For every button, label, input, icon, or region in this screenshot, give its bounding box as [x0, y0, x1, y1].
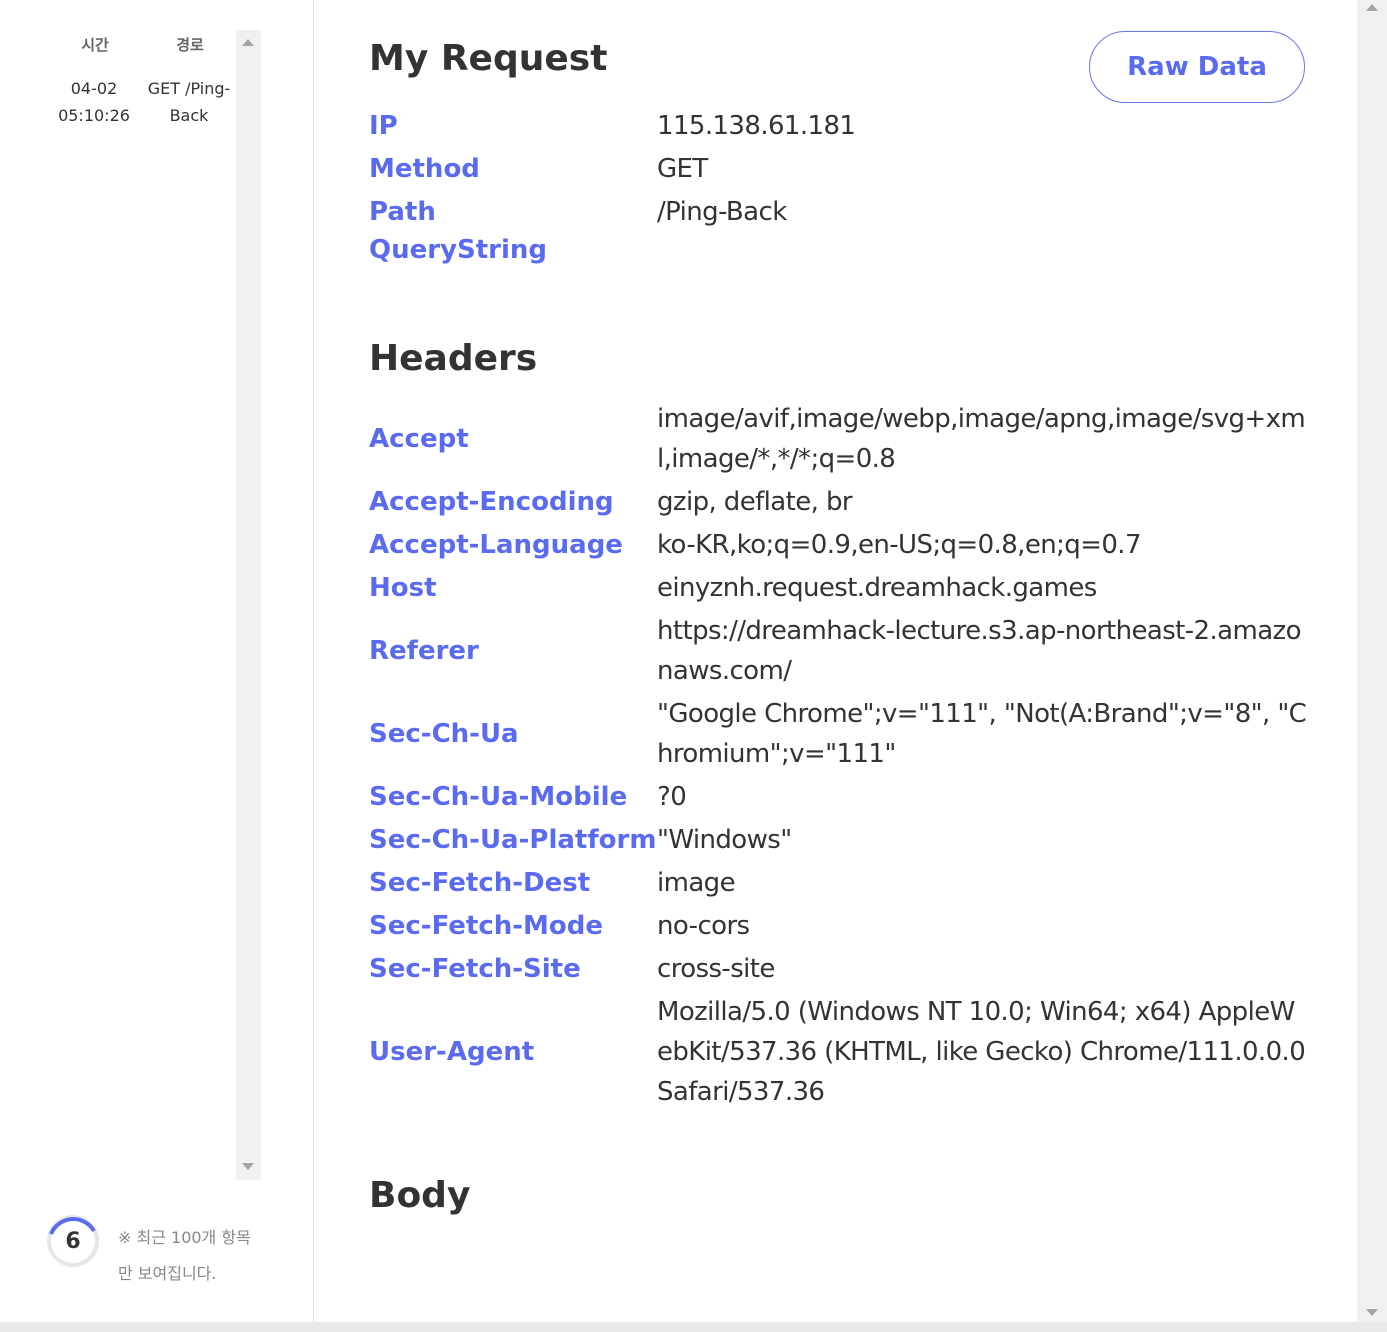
path-column-header: 경로	[176, 36, 204, 54]
field-value: 115.138.61.181	[657, 111, 856, 141]
log-path: GET /Ping-Back	[147, 79, 231, 125]
header-row: Accept-Language ko-KR,ko;q=0.9,en-US;q=0…	[369, 525, 1309, 565]
header-value: "Windows"	[657, 825, 792, 855]
header-value: ?0	[657, 782, 687, 812]
header-value: einyznh.request.dreamhack.games	[657, 573, 1097, 603]
headers-title: Headers	[369, 338, 538, 379]
header-row: Sec-Ch-Ua-Mobile ?0	[369, 777, 1309, 817]
header-key: Accept	[369, 424, 469, 454]
horizontal-scrollbar[interactable]	[0, 1322, 1387, 1332]
header-key: Host	[369, 573, 437, 603]
header-key: Sec-Ch-Ua-Platform	[369, 825, 657, 855]
header-value: https://dreamhack-lecture.s3.ap-northeas…	[657, 616, 1302, 686]
header-value: no-cors	[657, 911, 750, 941]
header-row: Sec-Fetch-Site cross-site	[369, 949, 1309, 989]
field-key: Method	[369, 154, 480, 184]
field-key: IP	[369, 111, 398, 141]
request-count: 6	[65, 1229, 81, 1254]
scroll-down-arrow-icon[interactable]	[1366, 1309, 1378, 1316]
header-row: Referer https://dreamhack-lecture.s3.ap-…	[369, 611, 1309, 691]
header-key: Referer	[369, 636, 479, 666]
header-row: Accept image/avif,image/webp,image/apng,…	[369, 399, 1309, 479]
field-row-ip: IP 115.138.61.181	[369, 106, 1309, 146]
header-row: Host einyznh.request.dreamhack.games	[369, 568, 1309, 608]
header-value: Mozilla/5.0 (Windows NT 10.0; Win64; x64…	[657, 997, 1306, 1107]
log-table-header: 시간 경로	[48, 34, 238, 55]
field-value: /Ping-Back	[657, 197, 787, 227]
time-column-header: 시간	[81, 36, 109, 54]
field-row-path: Path /Ping-Back	[369, 192, 1309, 232]
header-key: Accept-Encoding	[369, 487, 614, 517]
header-value: image	[657, 868, 736, 898]
field-key: QueryString	[369, 235, 548, 265]
header-key: Sec-Ch-Ua-Mobile	[369, 782, 628, 812]
field-row-querystring: QueryString	[369, 235, 1309, 265]
page-scrollbar[interactable]	[1357, 0, 1387, 1322]
header-row: Accept-Encoding gzip, deflate, br	[369, 482, 1309, 522]
request-log-sidebar: 시간 경로 04-02 05:10:26 GET /Ping-Back 6 ※ …	[0, 0, 314, 1322]
field-row-method: Method GET	[369, 149, 1309, 189]
header-key: Sec-Fetch-Site	[369, 954, 581, 984]
header-row: Sec-Fetch-Mode no-cors	[369, 906, 1309, 946]
header-row: User-Agent Mozilla/5.0 (Windows NT 10.0;…	[369, 992, 1309, 1112]
scroll-up-arrow-icon[interactable]	[242, 39, 254, 46]
field-key: Path	[369, 197, 436, 227]
log-row[interactable]: 04-02 05:10:26 GET /Ping-Back	[46, 75, 236, 129]
header-key: Accept-Language	[369, 530, 623, 560]
header-key: Sec-Ch-Ua	[369, 719, 519, 749]
sidebar-scrollbar[interactable]	[236, 30, 261, 1180]
header-value: ko-KR,ko;q=0.9,en-US;q=0.8,en;q=0.7	[657, 530, 1142, 560]
header-row: Sec-Ch-Ua-Platform "Windows"	[369, 820, 1309, 860]
my-request-title: My Request	[369, 38, 608, 79]
header-value: cross-site	[657, 954, 775, 984]
header-key: Sec-Fetch-Dest	[369, 868, 591, 898]
header-row: Sec-Ch-Ua "Google Chrome";v="111", "Not(…	[369, 694, 1309, 774]
request-detail-panel: My Request Raw Data IP 115.138.61.181 Me…	[313, 0, 1357, 1322]
raw-data-button[interactable]: Raw Data	[1089, 31, 1305, 103]
log-time: 04-02 05:10:26	[58, 79, 130, 125]
header-value: image/avif,image/webp,image/apng,image/s…	[657, 404, 1306, 474]
field-value: GET	[657, 154, 708, 184]
scroll-down-arrow-icon[interactable]	[242, 1163, 254, 1170]
header-value: gzip, deflate, br	[657, 487, 853, 517]
scrollbar-thumb[interactable]	[1357, 0, 1387, 1322]
header-key: User-Agent	[369, 1037, 535, 1067]
header-key: Sec-Fetch-Mode	[369, 911, 604, 941]
body-title: Body	[369, 1175, 471, 1216]
request-count-ring: 6	[46, 1214, 100, 1268]
notice-text: ※ 최근 100개 항목만 보여집니다.	[118, 1228, 251, 1283]
header-row: Sec-Fetch-Dest image	[369, 863, 1309, 903]
header-value: "Google Chrome";v="111", "Not(A:Brand";v…	[657, 699, 1307, 769]
